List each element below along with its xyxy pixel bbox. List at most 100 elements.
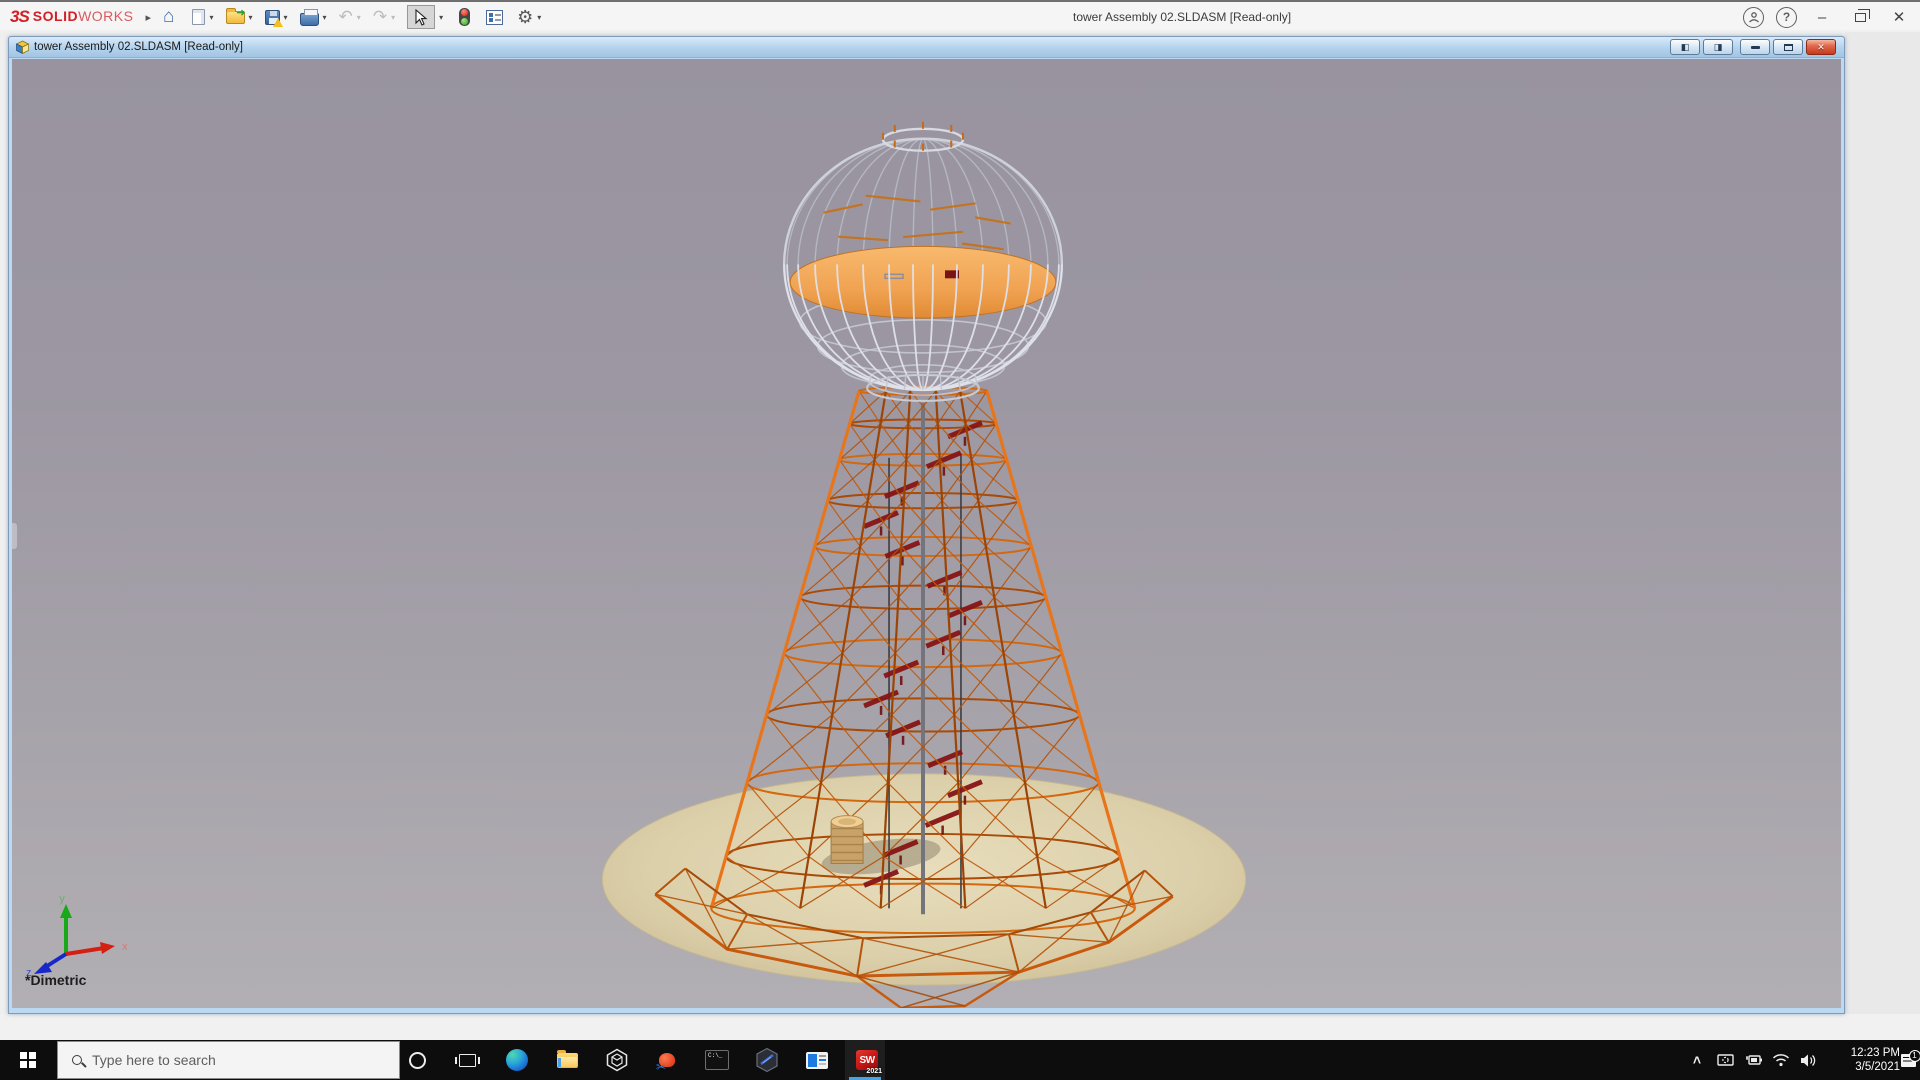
solidworks-2021-icon: SW 2021 [854,1047,880,1073]
assembly-document-icon [15,40,30,54]
restore-button[interactable] [1855,13,1866,22]
clock-time: 12:23 PM [1851,1046,1900,1060]
featuremanager-splitter-tab[interactable] [12,523,17,549]
chevron-up-icon: ˄ [1693,1052,1701,1068]
tray-expand-button[interactable]: ˄ [1684,1040,1710,1080]
new-document-caret[interactable]: ▾ [208,13,216,22]
undo-icon: ↶ [339,8,353,26]
notification-icon: 1 [1901,1054,1916,1067]
app-background-right [1845,32,1920,1040]
document-titlebar[interactable]: tower Assembly 02.SLDASM [Read-only] ◧ ◨… [9,37,1844,58]
snipping-tool-button[interactable]: ✂ [645,1040,689,1080]
action-center-button[interactable]: 1 [1896,1040,1920,1080]
media-app-button[interactable] [795,1040,839,1080]
save-button[interactable] [262,4,283,30]
account-button[interactable] [1743,7,1764,28]
tray-power-button[interactable] [1740,1040,1766,1080]
view-orientation-label: *Dimetric [25,972,86,988]
command-prompt-button[interactable]: C:\_ [695,1040,739,1080]
file-properties-icon [486,10,503,25]
orientation-triad[interactable]: y x z [22,892,132,977]
pane-right-icon: ◨ [1714,42,1723,53]
open-button[interactable]: ➜ [223,4,248,30]
save-warning-icon [273,18,283,27]
brand-solid: SOLID [33,8,78,24]
file-explorer-icon [557,1053,578,1068]
cast-display-icon [1717,1053,1734,1068]
hexagon-app-button[interactable] [745,1040,789,1080]
doc-pane-left-button[interactable]: ◧ [1670,39,1700,55]
document-window: tower Assembly 02.SLDASM [Read-only] ◧ ◨… [8,36,1845,1014]
undo-button[interactable]: ↶ [336,4,356,30]
3d-viewer-button[interactable] [595,1040,639,1080]
cursor-arrow-icon [414,9,428,26]
home-button[interactable]: ⌂ [160,4,177,30]
taskbar-clock[interactable]: 12:23 PM 3/5/2021 [1836,1040,1900,1080]
clock-date: 3/5/2021 [1855,1060,1900,1074]
open-caret[interactable]: ▾ [248,13,256,22]
gear-icon: ⚙ [517,8,533,27]
tray-wifi-button[interactable] [1768,1040,1794,1080]
doc-close-button[interactable]: ✕ [1806,39,1836,55]
window-title: tower Assembly 02.SLDASM [Read-only] [1073,10,1291,24]
help-button[interactable]: ? [1776,7,1797,28]
save-icon [265,10,280,25]
battery-icon [1743,1053,1763,1067]
search-input[interactable] [92,1052,372,1068]
file-properties-button[interactable] [483,4,506,30]
home-icon: ⌂ [163,7,174,27]
save-caret[interactable]: ▾ [283,13,291,22]
model-canvas[interactable] [12,59,1841,1008]
minimize-button[interactable]: – [1809,9,1835,26]
options-caret[interactable]: ▾ [536,13,544,22]
solidworks-taskbar-button[interactable]: SW 2021 [845,1040,889,1080]
triad-y-label: y [59,893,65,905]
redo-icon: ↷ [373,8,387,26]
doc-close-icon: ✕ [1817,42,1825,53]
doc-maximize-icon [1784,44,1793,51]
cortana-icon [409,1052,426,1069]
close-button[interactable]: ✕ [1886,8,1912,26]
undo-caret[interactable]: ▾ [356,13,364,22]
menu-expand-arrow-icon[interactable]: ▸ [145,11,151,24]
edge-button[interactable] [495,1040,539,1080]
doc-minimize-button[interactable] [1740,39,1770,55]
print-caret[interactable]: ▾ [322,13,330,22]
task-view-icon [459,1054,476,1067]
open-arrow-icon: ➜ [236,6,245,19]
new-document-button[interactable] [189,4,208,30]
graphics-viewport[interactable]: y x z *Dimetric [12,59,1841,1008]
select-tool-caret[interactable]: ▾ [438,13,446,22]
app-background-bottom [0,1014,1920,1040]
file-explorer-button[interactable] [545,1040,589,1080]
select-tool-button[interactable] [404,4,438,30]
select-cursor-box [407,5,435,29]
help-icon: ? [1783,10,1790,24]
print-icon [300,13,319,26]
start-button[interactable] [0,1040,56,1080]
wifi-icon [1772,1053,1790,1067]
print-button[interactable] [297,4,322,30]
notification-badge: 1 [1909,1050,1920,1062]
app-titlebar: 3S SOLIDWORKS ▸ ⌂ ▾ ➜ ▾ ▾ ▾ ↶ ▾ ↷ ▾ ▾ ⚙ … [0,0,1920,30]
doc-maximize-button[interactable] [1773,39,1803,55]
options-button[interactable]: ⚙ [514,4,536,30]
command-prompt-icon: C:\_ [705,1050,729,1070]
tower-3d-model [602,122,1245,1008]
taskbar-search[interactable] [57,1041,400,1079]
document-title: tower Assembly 02.SLDASM [Read-only] [34,41,243,53]
hexagon-app-icon [754,1047,780,1073]
tray-volume-button[interactable] [1796,1040,1822,1080]
titlebar-controls: ? – ✕ [1743,2,1912,32]
doc-pane-right-button[interactable]: ◨ [1703,39,1733,55]
snipping-tool-icon: ✂ [659,1053,675,1067]
volume-icon [1800,1053,1818,1068]
pane-left-icon: ◧ [1681,42,1690,53]
redo-caret[interactable]: ▾ [390,13,398,22]
task-view-button[interactable] [445,1040,489,1080]
new-document-icon [192,9,205,25]
tray-display-button[interactable] [1712,1040,1738,1080]
cortana-button[interactable] [395,1040,439,1080]
redo-button[interactable]: ↷ [370,4,390,30]
rebuild-button[interactable] [456,4,473,30]
